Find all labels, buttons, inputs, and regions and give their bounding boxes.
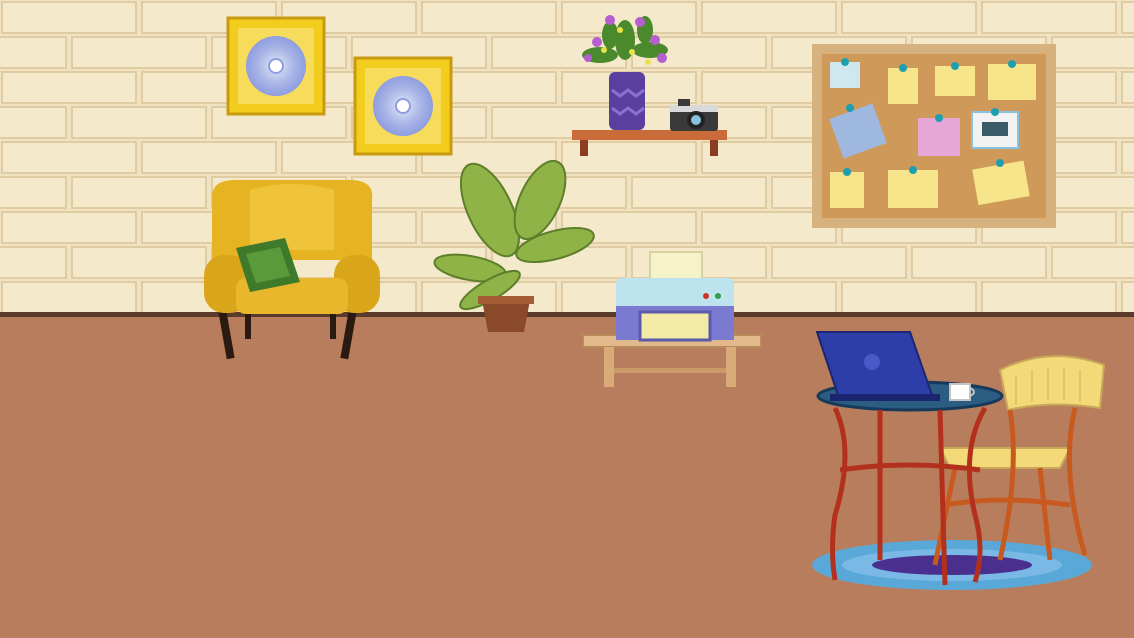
gold-frame-cd-icon[interactable] [226, 16, 326, 116]
gold-frame-cd-icon[interactable] [353, 56, 453, 156]
corkboard-icon[interactable] [812, 44, 1056, 228]
baseboard [0, 312, 1134, 317]
coffee-mug-icon[interactable] [949, 383, 975, 401]
room-scene [0, 0, 1134, 638]
